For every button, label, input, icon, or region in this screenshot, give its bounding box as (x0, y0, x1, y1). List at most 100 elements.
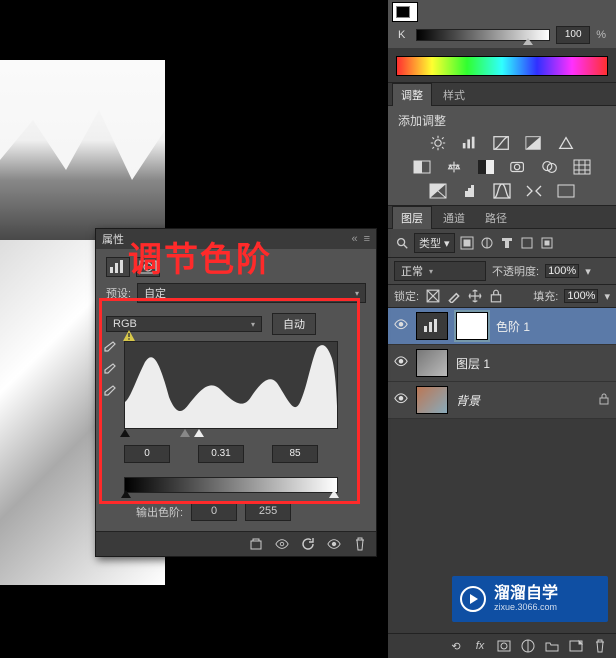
black-eyedropper-icon[interactable] (102, 341, 116, 355)
layer-thumb[interactable] (416, 386, 448, 414)
posterize-icon[interactable] (460, 183, 480, 199)
reset-icon[interactable] (300, 537, 316, 551)
visibility-icon[interactable] (394, 393, 408, 407)
layer-row[interactable]: 色阶 1 (388, 308, 616, 345)
filter-shape-icon[interactable] (519, 236, 535, 250)
output-black-field[interactable]: 0 (191, 503, 237, 521)
layer-thumb-adjust[interactable] (416, 312, 448, 340)
colorbalance-icon[interactable] (444, 159, 464, 175)
curves-icon[interactable] (492, 135, 512, 151)
adjustlayer-icon[interactable] (520, 639, 536, 653)
threshold-icon[interactable] (492, 183, 512, 199)
lock-pixels-icon[interactable] (446, 289, 462, 303)
layer-name[interactable]: 色阶 1 (496, 318, 530, 335)
clip-icon[interactable] (248, 537, 264, 551)
lock-transparent-icon[interactable] (425, 289, 441, 303)
input-gamma-slider[interactable] (180, 429, 190, 437)
view-previous-icon[interactable] (274, 537, 290, 551)
fill-field[interactable]: 100% (564, 289, 598, 303)
layer-row[interactable]: 图层 1 (388, 345, 616, 382)
output-white-field[interactable]: 255 (245, 503, 291, 521)
layer-list: 色阶 1 图层 1 背景 (388, 308, 616, 419)
link-icon[interactable]: ⟲ (448, 639, 464, 653)
toggle-visibility-icon[interactable] (326, 537, 342, 551)
vibrance-icon[interactable] (556, 135, 576, 151)
collapse-icon[interactable]: « (351, 233, 357, 245)
input-slider-row[interactable] (124, 429, 336, 441)
right-panels: K 100 % 调整 样式 添加调整 (388, 0, 616, 658)
visibility-icon[interactable] (394, 319, 408, 333)
auto-button[interactable]: 自动 (272, 313, 316, 335)
layer-mask-thumb[interactable] (456, 312, 488, 340)
channelmixer-icon[interactable] (540, 159, 560, 175)
input-white-field[interactable]: 85 (272, 445, 318, 463)
watermark-title: 溜溜自学 (494, 585, 558, 603)
layer-name[interactable]: 图层 1 (456, 355, 490, 372)
white-eyedropper-icon[interactable] (102, 385, 116, 399)
visibility-icon[interactable] (394, 356, 408, 370)
adjust-panel-body: 添加调整 (388, 106, 616, 205)
opacity-label: 不透明度: (492, 263, 539, 279)
watermark: 溜溜自学 zixue.3066.com (452, 576, 608, 622)
k-slider[interactable] (416, 29, 550, 41)
bw-icon[interactable] (476, 159, 496, 175)
input-black-field[interactable]: 0 (124, 445, 170, 463)
trash-icon[interactable] (352, 537, 368, 551)
input-black-slider[interactable] (120, 429, 130, 437)
opacity-field[interactable]: 100% (545, 264, 579, 278)
lock-all-icon[interactable] (488, 289, 504, 303)
foreground-background-swatch[interactable] (392, 2, 418, 22)
invert-icon[interactable] (428, 183, 448, 199)
tab-styles[interactable]: 样式 (434, 83, 474, 106)
panel-menu-icon[interactable]: ≡ (364, 233, 370, 245)
histogram (124, 341, 338, 429)
exposure-icon[interactable] (524, 135, 544, 151)
tab-adjust[interactable]: 调整 (392, 83, 432, 106)
layers-footer: ⟲ fx (388, 633, 616, 658)
mask-icon[interactable] (496, 639, 512, 653)
color-panel: K 100 % (388, 0, 616, 48)
blend-mode-select[interactable]: 正常▾ (394, 261, 486, 281)
watermark-url: zixue.3066.com (494, 603, 558, 613)
lock-position-icon[interactable] (467, 289, 483, 303)
filter-pixel-icon[interactable] (459, 236, 475, 250)
gray-eyedropper-icon[interactable] (102, 363, 116, 377)
filter-type-icon[interactable] (499, 236, 515, 250)
preset-select[interactable]: 自定▾ (137, 283, 366, 303)
group-icon[interactable] (544, 639, 560, 653)
filter-kind-select[interactable]: 类型▾ (414, 233, 455, 253)
k-slider-thumb[interactable] (523, 38, 533, 45)
trash-icon[interactable] (592, 639, 608, 653)
selective-icon[interactable] (524, 183, 544, 199)
filter-smart-icon[interactable] (539, 236, 555, 250)
prop-mask-icon[interactable] (136, 257, 160, 277)
gradientmap-icon[interactable] (556, 183, 576, 199)
fx-icon[interactable]: fx (472, 639, 488, 653)
colorlookup-icon[interactable] (572, 159, 592, 175)
tab-channels[interactable]: 通道 (434, 206, 474, 229)
color-spectrum[interactable] (396, 56, 608, 76)
hue-icon[interactable] (412, 159, 432, 175)
k-channel-label: K (398, 29, 410, 41)
levels-icon[interactable] (460, 135, 480, 151)
output-white-slider[interactable] (329, 490, 339, 498)
filter-adjust-icon[interactable] (479, 236, 495, 250)
input-white-slider[interactable] (194, 429, 204, 437)
brightness-icon[interactable] (428, 135, 448, 151)
layer-row[interactable]: 背景 (388, 382, 616, 419)
layer-thumb[interactable] (416, 349, 448, 377)
play-icon (460, 586, 486, 612)
preset-label: 预设: (106, 285, 131, 301)
layer-name[interactable]: 背景 (456, 392, 480, 409)
photofilter-icon[interactable] (508, 159, 528, 175)
output-gradient[interactable] (124, 477, 338, 493)
k-value-field[interactable]: 100 (556, 26, 590, 44)
tab-layers[interactable]: 图层 (392, 206, 432, 229)
filter-search-icon[interactable] (394, 236, 410, 250)
prop-levels-icon[interactable] (106, 257, 130, 277)
input-gamma-field[interactable]: 0.31 (198, 445, 244, 463)
newlayer-icon[interactable] (568, 639, 584, 653)
output-black-slider[interactable] (121, 490, 131, 498)
properties-panel[interactable]: 属性 « ≡ 预设: 自定▾ RGB▾ 自动 (95, 228, 377, 557)
tab-paths[interactable]: 路径 (476, 206, 516, 229)
